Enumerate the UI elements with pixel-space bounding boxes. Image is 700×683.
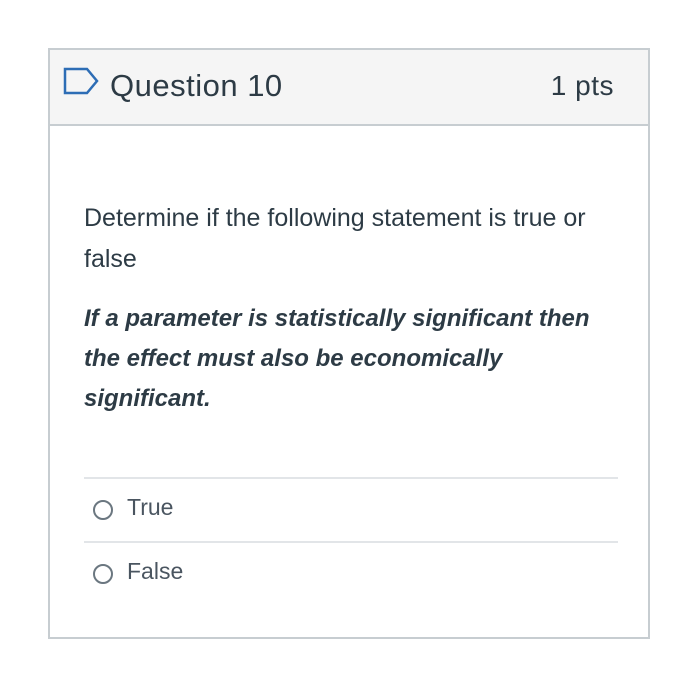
answer-list: True False — [84, 477, 618, 605]
question-statement: If a parameter is statistically signific… — [84, 305, 590, 412]
bookmark-flag-icon[interactable] — [63, 67, 99, 95]
radio-button[interactable] — [93, 500, 113, 520]
question-points: 1 pts — [550, 70, 614, 101]
answer-label[interactable]: True — [127, 494, 173, 521]
question-header: Question 10 1 pts — [50, 50, 648, 126]
radio-button[interactable] — [93, 564, 113, 584]
answer-label[interactable]: False — [127, 558, 183, 585]
answer-option-false[interactable]: False — [84, 541, 618, 605]
question-card: Question 10 1 pts Determine if the follo… — [48, 48, 650, 639]
answer-option-true[interactable]: True — [84, 477, 618, 541]
question-title: Question 10 — [110, 68, 283, 103]
question-prompt: Determine if the following statement is … — [84, 204, 586, 273]
